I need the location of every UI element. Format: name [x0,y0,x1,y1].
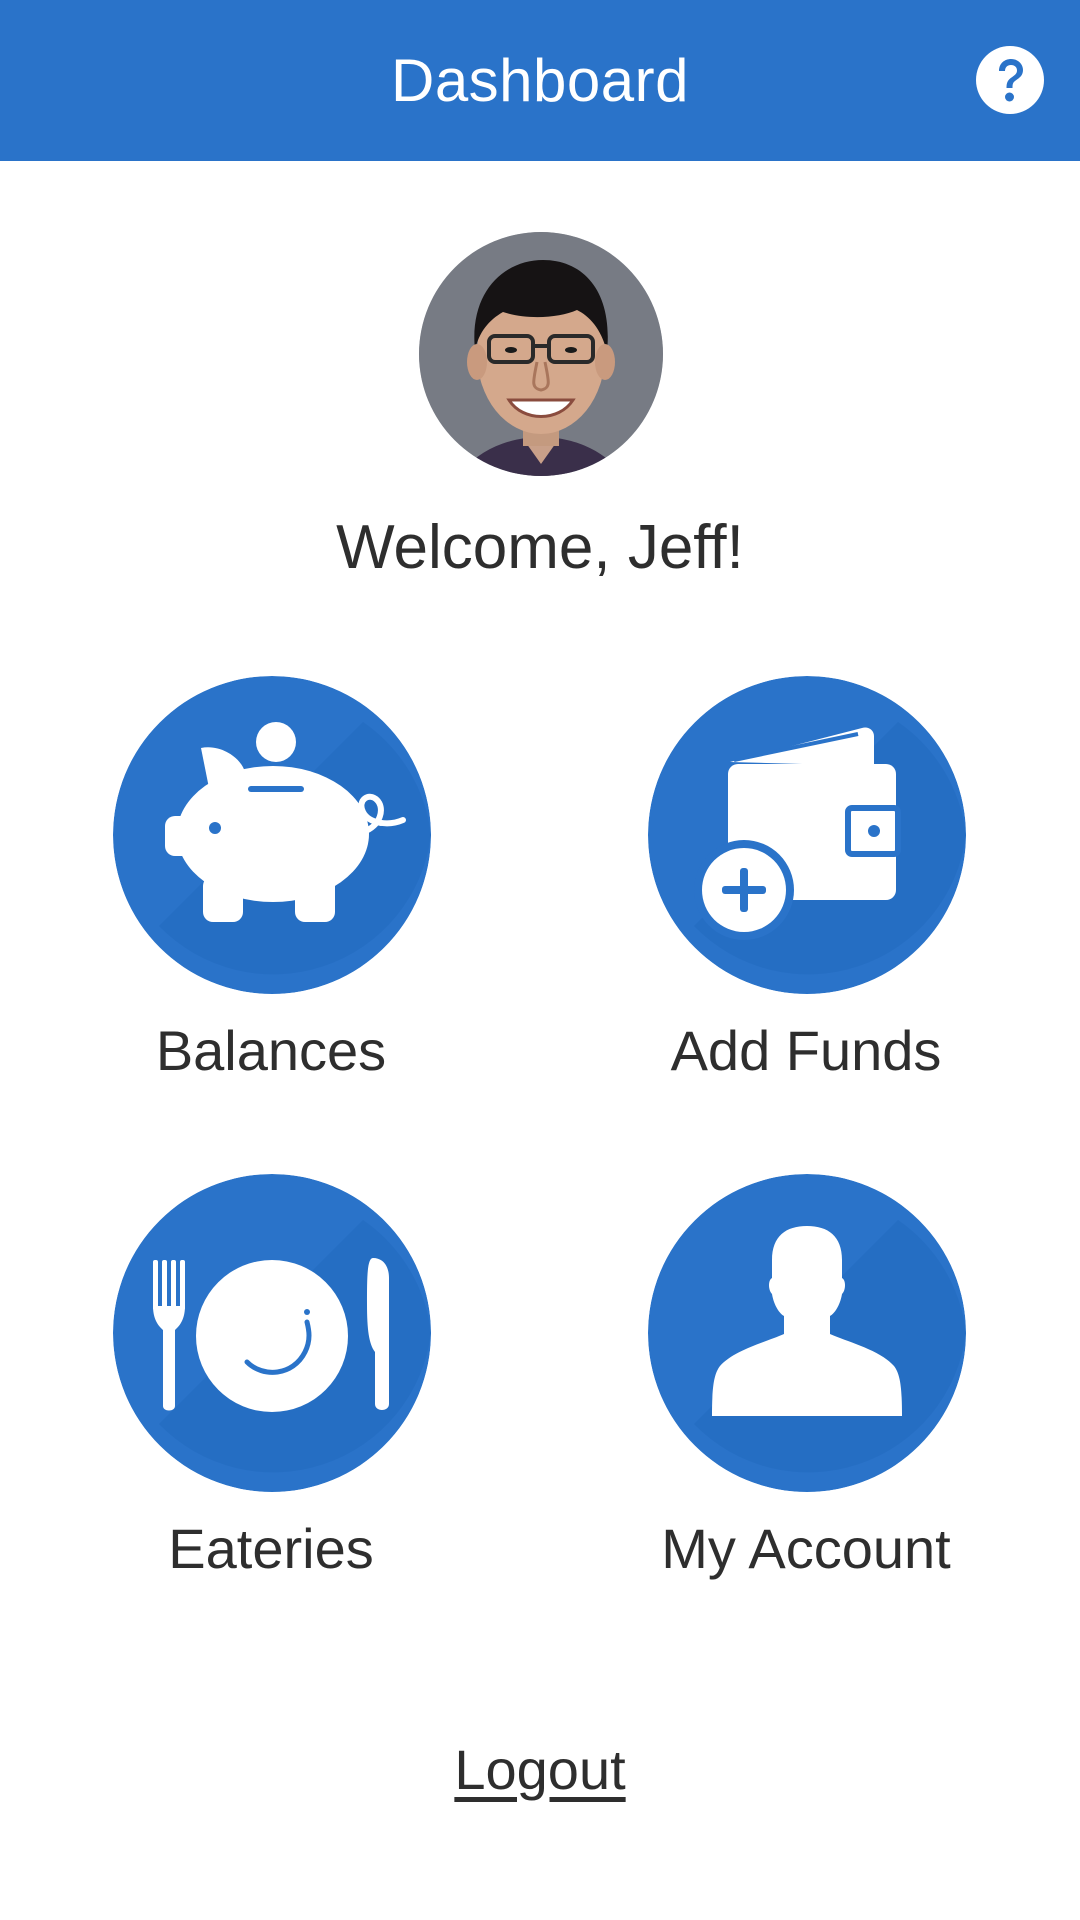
logout-link[interactable]: Logout [454,1738,625,1801]
logout-container: Logout [0,1735,1080,1805]
header-bar: Dashboard [0,0,1080,161]
add-funds-circle [648,676,966,994]
add-funds-label: Add Funds [670,1019,942,1082]
balances-button[interactable]: Balances [61,676,481,1116]
user-photo [419,232,663,476]
welcome-text: Welcome, Jeff! [336,513,744,582]
balances-circle [113,676,431,994]
avatar [419,232,663,476]
page-title: Dashboard [390,47,690,114]
add-funds-button[interactable]: Add Funds [596,676,1016,1116]
my-account-circle [648,1174,966,1492]
eateries-circle [113,1174,431,1492]
my-account-button[interactable]: My Account [596,1174,1016,1614]
eateries-label: Eateries [168,1517,374,1580]
help-button[interactable] [975,45,1045,115]
eateries-button[interactable]: Eateries [61,1174,481,1614]
balances-label: Balances [155,1019,387,1082]
my-account-label: My Account [661,1517,951,1580]
